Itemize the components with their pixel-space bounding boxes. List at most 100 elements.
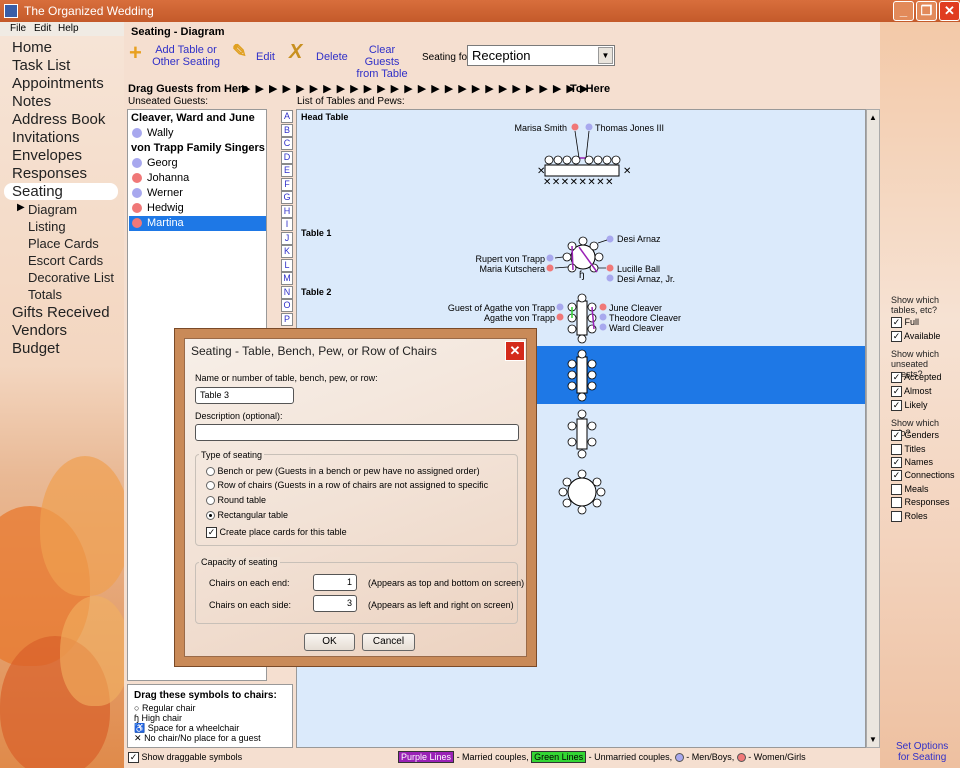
option-titles[interactable]: Titles (891, 444, 926, 456)
table-2-shape[interactable] (576, 300, 588, 336)
option-responses[interactable]: Responses (891, 497, 950, 509)
checkbox-checked-icon[interactable]: ✓ (128, 752, 139, 764)
letter-l[interactable]: L (281, 259, 293, 272)
radio-row-of-chairs[interactable]: Row of chairs (Guests in a row of chairs… (206, 480, 488, 491)
nav-escort-cards[interactable]: Escort Cards (28, 253, 103, 268)
ok-button[interactable]: OK (304, 633, 355, 651)
option-genders[interactable]: ✓ Genders (891, 430, 939, 442)
head-table-shape[interactable] (544, 164, 620, 177)
table-name-input[interactable]: Table 3 (195, 387, 294, 404)
menu-file[interactable]: File (10, 23, 26, 34)
checkbox-checked-icon[interactable]: ✓ (891, 386, 902, 398)
cancel-button[interactable]: Cancel (362, 633, 415, 651)
radio-icon[interactable] (206, 496, 215, 506)
nav-envelopes[interactable]: Envelopes (12, 147, 82, 164)
place-cards-checkbox[interactable]: ✓ Create place cards for this table (206, 527, 347, 539)
maximize-button[interactable]: ❐ (916, 1, 937, 21)
guest-group-header[interactable]: von Trapp Family Singers (131, 142, 265, 154)
menu-help[interactable]: Help (58, 23, 79, 34)
symbol-high-chair[interactable]: ɧ High chair (134, 713, 182, 723)
pencil-icon[interactable]: ✎ (232, 41, 247, 62)
option-likely[interactable]: ✓ Likely (891, 400, 928, 412)
diagram-scrollbar[interactable]: ▲ ▼ (866, 109, 880, 748)
minimize-button[interactable]: _ (893, 1, 914, 21)
nav-place-cards[interactable]: Place Cards (28, 236, 99, 251)
nav-decorative-list[interactable]: Decorative List (28, 270, 114, 285)
letter-n[interactable]: N (281, 286, 293, 299)
nav-home[interactable]: Home (12, 39, 52, 56)
checkbox-icon[interactable] (891, 497, 902, 509)
edit-button[interactable]: Edit (256, 51, 275, 63)
nav-address-book[interactable]: Address Book (12, 111, 105, 128)
guest-hedwig[interactable]: Hedwig (129, 201, 266, 216)
chevron-down-icon[interactable]: ▼ (598, 47, 613, 64)
option-available[interactable]: ✓ Available (891, 331, 940, 343)
table-4-shape[interactable] (576, 418, 588, 450)
letter-m[interactable]: M (281, 272, 293, 285)
letter-p[interactable]: P (281, 313, 293, 326)
letter-k[interactable]: K (281, 245, 293, 258)
nav-appointments[interactable]: Appointments (12, 75, 104, 92)
show-draggable-checkbox[interactable]: ✓ Show draggable symbols (128, 752, 242, 764)
option-accepted[interactable]: ✓ Accepted (891, 372, 942, 384)
radio-rectangular-table[interactable]: Rectangular table (206, 510, 288, 521)
nav-seating[interactable]: Seating (12, 183, 63, 200)
guest-group-header[interactable]: Cleaver, Ward and June (131, 112, 255, 124)
seating-for-select[interactable]: Reception ▼ (467, 45, 615, 66)
nav-invitations[interactable]: Invitations (12, 129, 80, 146)
table-2-label[interactable]: Table 2 (301, 287, 331, 297)
table-1-label[interactable]: Table 1 (301, 228, 331, 238)
nav-gifts-received[interactable]: Gifts Received (12, 304, 110, 321)
checkbox-checked-icon[interactable]: ✓ (891, 430, 902, 442)
nav-totals[interactable]: Totals (28, 287, 62, 302)
add-table-button[interactable]: Add Table or Other Seating (150, 44, 222, 68)
symbol-no-chair[interactable]: ✕ No chair/No place for a guest (134, 733, 261, 744)
letter-a[interactable]: A (281, 110, 293, 123)
guest-wally[interactable]: Wally (129, 126, 266, 141)
letter-g[interactable]: G (281, 191, 293, 204)
symbol-regular-chair[interactable]: ○ Regular chair (134, 703, 195, 713)
checkbox-checked-icon[interactable]: ✓ (891, 457, 902, 469)
option-names[interactable]: ✓ Names (891, 457, 933, 469)
guest-werner[interactable]: Werner (129, 186, 266, 201)
letter-h[interactable]: H (281, 205, 293, 218)
nav-notes[interactable]: Notes (12, 93, 51, 110)
radio-icon[interactable] (206, 467, 215, 477)
plus-icon[interactable]: + (129, 40, 142, 66)
scroll-down-icon[interactable]: ▼ (867, 733, 879, 747)
chairs-each-side-input[interactable]: 3 (313, 595, 357, 612)
option-roles[interactable]: Roles (891, 511, 928, 523)
guest-martina[interactable]: Martina (129, 216, 266, 231)
checkbox-checked-icon[interactable]: ✓ (891, 400, 902, 412)
letter-i[interactable]: I (281, 218, 293, 231)
letter-c[interactable]: C (281, 137, 293, 150)
menu-edit[interactable]: Edit (34, 23, 51, 34)
option-connections[interactable]: ✓ Connections (891, 470, 955, 482)
close-window-button[interactable]: ✕ (939, 1, 960, 21)
head-table-label[interactable]: Head Table (301, 112, 348, 122)
nav-diagram[interactable]: Diagram (28, 202, 77, 217)
nav-task-list[interactable]: Task List (12, 57, 70, 74)
option-full[interactable]: ✓ Full (891, 317, 919, 329)
table-5-shape[interactable] (567, 477, 597, 507)
radio-bench-pew[interactable]: Bench or pew (Guests in a bench or pew h… (206, 466, 480, 477)
clear-guests-button[interactable]: Clear Guests from Table (350, 44, 414, 80)
checkbox-icon[interactable] (891, 444, 902, 456)
letter-d[interactable]: D (281, 151, 293, 164)
guest-johanna[interactable]: Johanna (129, 171, 266, 186)
checkbox-checked-icon[interactable]: ✓ (891, 470, 902, 482)
letter-e[interactable]: E (281, 164, 293, 177)
table-3-shape[interactable] (576, 356, 588, 394)
nav-responses[interactable]: Responses (12, 165, 87, 182)
checkbox-icon[interactable] (891, 484, 902, 496)
delete-button[interactable]: Delete (316, 51, 348, 63)
checkbox-checked-icon[interactable]: ✓ (891, 317, 902, 329)
nav-listing[interactable]: Listing (28, 219, 66, 234)
delete-x-icon[interactable]: X (289, 41, 302, 64)
letter-b[interactable]: B (281, 124, 293, 137)
checkbox-icon[interactable] (891, 511, 902, 523)
letter-f[interactable]: F (281, 178, 293, 191)
option-almost[interactable]: ✓ Almost (891, 386, 932, 398)
radio-icon[interactable] (206, 481, 215, 491)
letter-o[interactable]: O (281, 299, 293, 312)
